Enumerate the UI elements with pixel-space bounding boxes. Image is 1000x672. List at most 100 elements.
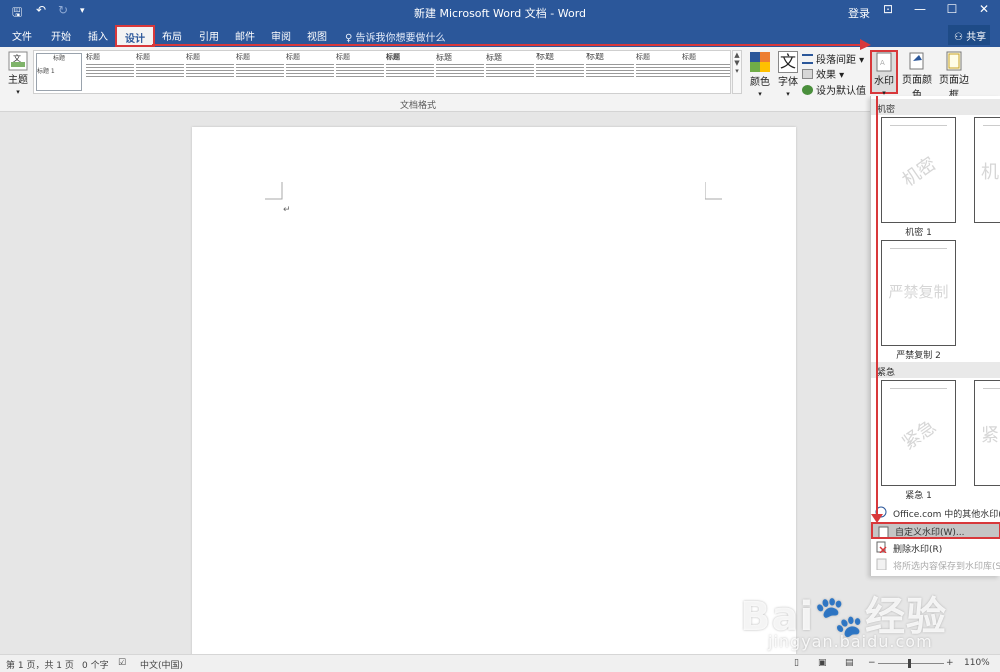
zoom-out-icon[interactable]: − bbox=[868, 658, 876, 668]
effects-button[interactable]: 效果 ▾ bbox=[802, 66, 844, 81]
tab-home[interactable]: 开始 bbox=[51, 28, 71, 43]
proofing-icon[interactable]: ☑ bbox=[118, 658, 126, 668]
style-set-item[interactable]: 标题 标题 1 bbox=[36, 53, 82, 91]
minimize-icon[interactable]: — bbox=[906, 2, 934, 16]
save-selection-to-gallery-item[interactable]: 将所选内容保存到水印库(S)... bbox=[871, 556, 1000, 573]
themes-button[interactable]: 文 主题 ▾ bbox=[5, 51, 31, 97]
remove-watermark-icon bbox=[876, 541, 887, 553]
paragraph-spacing-label: 段落间距 bbox=[816, 55, 856, 66]
style-set-item[interactable]: 标题 bbox=[386, 53, 434, 91]
paragraph-mark: ↵ bbox=[283, 205, 291, 215]
tell-me-text: 告诉我你想要做什么 bbox=[355, 33, 446, 44]
style-set-item[interactable]: 标题 bbox=[236, 53, 284, 91]
watermark-option[interactable]: 紧急 bbox=[881, 380, 956, 486]
effects-icon bbox=[802, 69, 813, 79]
zoom-in-icon[interactable]: + bbox=[946, 658, 954, 668]
effects-label: 效果 bbox=[816, 70, 836, 81]
style-set-item[interactable]: 标题 bbox=[682, 53, 730, 91]
fonts-button[interactable]: 文 字体 ▾ bbox=[776, 51, 800, 99]
watermark-caption: 紧急 1 bbox=[905, 491, 932, 501]
style-set-item[interactable]: 标题 bbox=[536, 53, 584, 91]
save-icon[interactable]: 🖫 bbox=[12, 3, 22, 24]
style-set-item[interactable]: 标题 bbox=[636, 53, 684, 91]
share-label: 共享 bbox=[966, 32, 987, 43]
web-layout-icon[interactable]: ▤ bbox=[845, 658, 854, 668]
customize-quick-access-icon[interactable]: ▾ bbox=[80, 6, 85, 16]
document-page[interactable]: ↵ bbox=[192, 127, 796, 667]
menu-item-label: 删除水印(R) bbox=[893, 545, 943, 555]
page-borders-icon bbox=[946, 51, 962, 71]
close-icon[interactable]: ✕ bbox=[970, 2, 998, 16]
tab-design[interactable]: 设计 bbox=[115, 25, 155, 47]
style-set-title: 标题 bbox=[136, 53, 150, 61]
page-borders-button[interactable]: 页面边框 bbox=[936, 51, 972, 101]
colors-button[interactable]: 颜色 ▾ bbox=[746, 51, 774, 99]
maximize-icon[interactable]: ☐ bbox=[938, 2, 966, 16]
tab-references[interactable]: 引用 bbox=[199, 28, 219, 43]
language-indicator[interactable]: 中文(中国) bbox=[140, 658, 183, 671]
tab-file[interactable]: 文件 bbox=[12, 28, 32, 43]
tab-insert[interactable]: 插入 bbox=[88, 28, 108, 43]
document-formatting-group-label: 文档格式 bbox=[400, 101, 437, 111]
gallery-more-icon[interactable]: ▾ bbox=[733, 67, 741, 75]
margin-corner-top-right bbox=[705, 182, 722, 200]
watermark-button[interactable]: A 水印 ▾ bbox=[870, 50, 898, 97]
tell-me-search[interactable]: ♀ 告诉我你想要做什么 bbox=[345, 29, 446, 44]
style-set-title: 标题 bbox=[682, 53, 696, 61]
watermark-option[interactable]: 机密 bbox=[881, 117, 956, 223]
read-mode-icon[interactable]: ▯ bbox=[794, 658, 799, 668]
custom-watermark-item[interactable]: 自定义水印(W)... bbox=[871, 522, 1000, 539]
annotation-arrowhead bbox=[871, 514, 883, 523]
style-set-item[interactable]: 标题 bbox=[286, 53, 334, 91]
watermark-option[interactable]: 严禁复制 bbox=[881, 240, 956, 346]
style-set-title: 标题 bbox=[536, 53, 555, 62]
watermark-option[interactable]: 紧 bbox=[974, 380, 1000, 486]
gallery-scroll[interactable]: ▲ ▼ ▾ bbox=[732, 50, 742, 94]
tab-layout[interactable]: 布局 bbox=[162, 28, 182, 43]
style-set-item[interactable]: 标题 bbox=[486, 53, 534, 91]
style-set-item[interactable]: 标题 bbox=[136, 53, 184, 91]
set-default-label: 设为默认值 bbox=[816, 86, 866, 97]
login-link[interactable]: 登录 bbox=[848, 5, 870, 21]
zoom-slider[interactable] bbox=[878, 663, 944, 664]
page-color-icon bbox=[909, 52, 924, 70]
ribbon-display-options-icon[interactable]: ⊡ bbox=[874, 2, 902, 16]
page-count[interactable]: 第 1 页，共 1 页 bbox=[6, 658, 74, 671]
redo-icon[interactable]: ↻ bbox=[58, 3, 68, 17]
style-set-item[interactable]: 标题 bbox=[186, 53, 234, 91]
remove-watermark-item[interactable]: 删除水印(R) bbox=[871, 539, 1000, 556]
style-set-item[interactable]: 标题 bbox=[336, 53, 384, 91]
more-watermarks-office-item[interactable]: Office.com 中的其他水印(M) bbox=[871, 504, 1000, 521]
checkmark-icon bbox=[802, 85, 813, 95]
watermark-caption: 机密 1 bbox=[905, 228, 932, 238]
style-set-title: 标题 bbox=[436, 53, 452, 62]
style-set-item[interactable]: 标题 bbox=[586, 53, 634, 91]
style-set-title: 标题 bbox=[186, 53, 200, 61]
print-layout-icon[interactable]: ▣ bbox=[818, 658, 827, 668]
scroll-down-icon[interactable]: ▼ bbox=[733, 59, 741, 67]
watermark-option[interactable]: 机 bbox=[974, 117, 1000, 223]
person-icon: ⚇ bbox=[954, 32, 963, 43]
tab-mailings[interactable]: 邮件 bbox=[235, 28, 255, 43]
style-set-item[interactable]: 标题 bbox=[436, 53, 484, 91]
style-set-title: 标题 bbox=[386, 53, 400, 61]
watermark-preview-text: 紧 bbox=[981, 425, 999, 446]
style-set-item[interactable]: 标题 bbox=[86, 53, 134, 91]
paragraph-spacing-button[interactable]: 段落间距 ▾ bbox=[802, 51, 864, 66]
undo-icon[interactable]: ↶ bbox=[36, 3, 46, 17]
watermark-label: 水印 bbox=[874, 76, 894, 87]
zoom-level[interactable]: 110% bbox=[964, 658, 990, 668]
scroll-up-icon[interactable]: ▲ bbox=[733, 51, 741, 59]
document-area[interactable]: ↵ bbox=[0, 112, 1000, 667]
title-bar: 🖫 ↶ ↻ ▾ 新建 Microsoft Word 文档 - Word 登录 ⊡… bbox=[0, 0, 1000, 24]
word-count[interactable]: 0 个字 bbox=[82, 658, 109, 671]
tab-review[interactable]: 审阅 bbox=[271, 28, 291, 43]
watermark-dropdown: 机密 机密 机密 1 机 严禁复制 严禁复制 2 紧急 紧急 紧急 1 紧 Of… bbox=[870, 96, 1000, 576]
set-default-button[interactable]: 设为默认值 bbox=[802, 82, 866, 97]
fonts-icon: 文 bbox=[778, 51, 798, 73]
tab-view[interactable]: 视图 bbox=[307, 28, 327, 43]
zoom-slider-handle[interactable] bbox=[908, 659, 911, 668]
colors-icon bbox=[750, 52, 770, 72]
style-set-title: 标题 bbox=[286, 53, 300, 61]
share-button[interactable]: ⚇ 共享 bbox=[948, 25, 990, 45]
